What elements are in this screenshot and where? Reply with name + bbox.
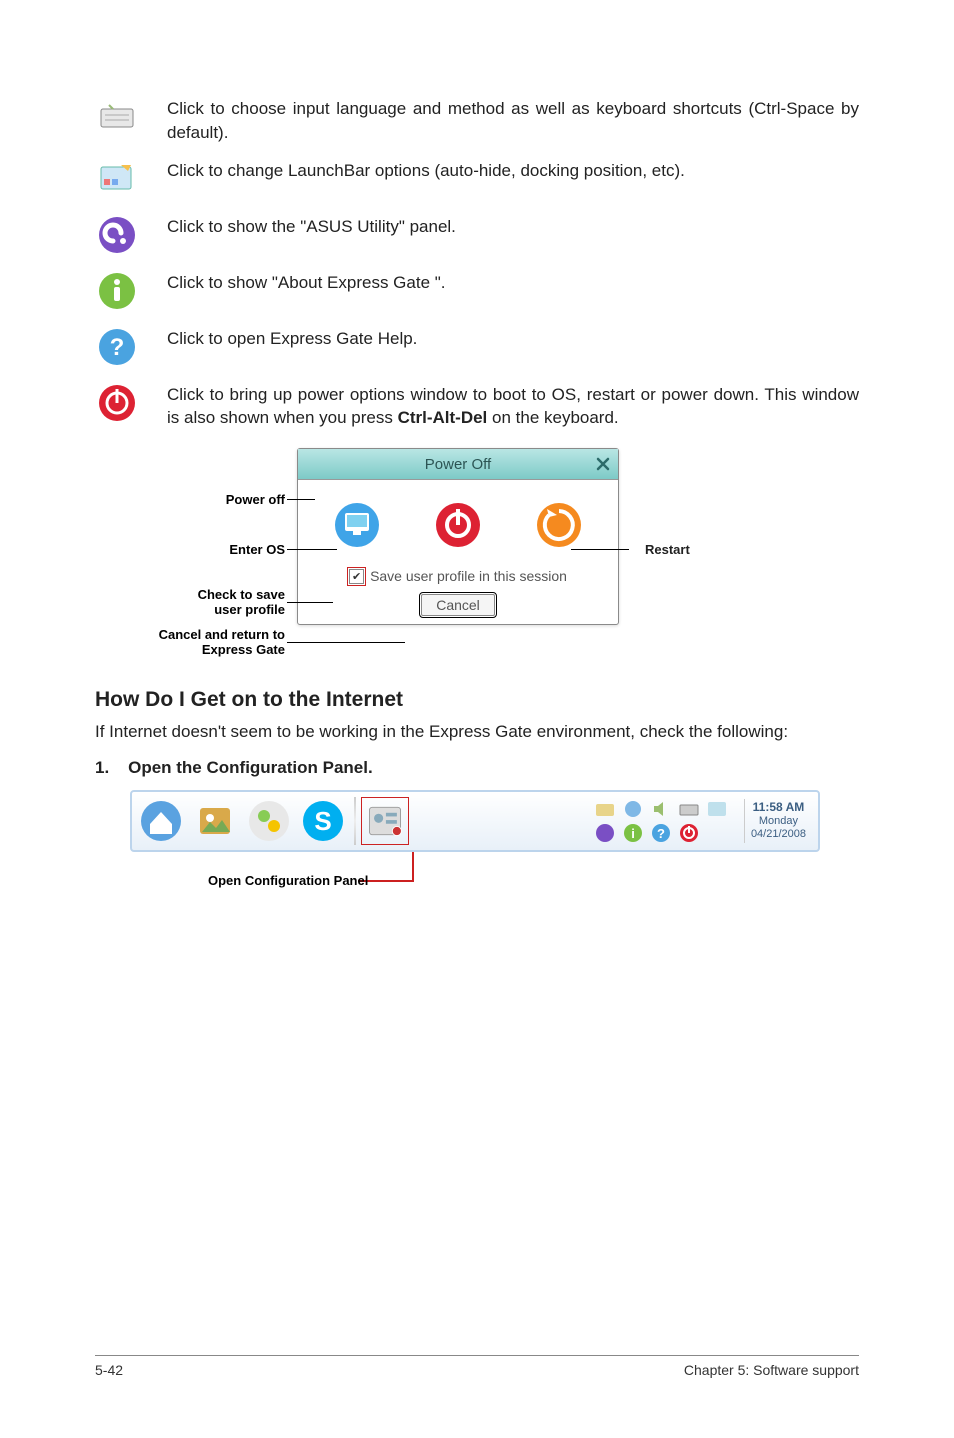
cancel-button[interactable]: Cancel bbox=[421, 594, 495, 616]
skype-icon[interactable]: S bbox=[300, 798, 346, 844]
photo-icon[interactable] bbox=[192, 798, 238, 844]
label-restart: Restart bbox=[645, 542, 690, 557]
body-internet: If Internet doesn't seem to be working i… bbox=[95, 720, 859, 744]
launchbar-caption: Open Configuration Panel bbox=[208, 873, 368, 888]
tray-folder-icon[interactable] bbox=[594, 798, 616, 820]
desc-keyboard: Click to choose input language and metho… bbox=[167, 95, 859, 145]
label-cancel-l2: Express Gate bbox=[202, 642, 285, 657]
chat-icon[interactable] bbox=[246, 798, 292, 844]
footer-right: Chapter 5: Software support bbox=[684, 1362, 859, 1378]
svg-text:i: i bbox=[631, 826, 635, 841]
clock: 11:58 AM Monday 04/21/2008 bbox=[744, 799, 812, 842]
label-poweroff: Power off bbox=[226, 492, 285, 507]
tray-network-icon[interactable] bbox=[622, 798, 644, 820]
home-icon[interactable] bbox=[138, 798, 184, 844]
tray-about-icon[interactable]: i bbox=[622, 822, 644, 844]
config-panel-icon[interactable] bbox=[364, 800, 406, 842]
desc-launchbar: Click to change LaunchBar options (auto-… bbox=[167, 157, 859, 183]
launchbar: S i ? bbox=[130, 790, 820, 852]
tray-volume-icon[interactable] bbox=[650, 798, 672, 820]
svg-text:?: ? bbox=[110, 334, 125, 361]
save-profile-label: Save user profile in this session bbox=[370, 568, 567, 584]
asus-utility-icon bbox=[95, 213, 139, 257]
label-check-l1: Check to save bbox=[198, 587, 285, 602]
svg-text:?: ? bbox=[657, 826, 665, 841]
footer-left: 5-42 bbox=[95, 1362, 123, 1378]
svg-text:S: S bbox=[314, 806, 331, 836]
keyboard-icon bbox=[95, 95, 139, 139]
poweroff-button[interactable] bbox=[427, 494, 489, 556]
step-1: 1. Open the Configuration Panel. bbox=[95, 758, 859, 778]
heading-internet: How Do I Get on to the Internet bbox=[95, 688, 859, 712]
power-icon bbox=[95, 381, 139, 425]
poweroff-dialog: Power Off ✔ bbox=[297, 448, 619, 625]
close-icon[interactable] bbox=[594, 455, 612, 473]
enter-os-button[interactable] bbox=[326, 494, 388, 556]
restart-button[interactable] bbox=[528, 494, 590, 556]
tray-keyboard-icon[interactable] bbox=[678, 798, 700, 820]
label-check-l2: user profile bbox=[214, 602, 285, 617]
save-profile-checkbox[interactable]: ✔ bbox=[349, 569, 364, 584]
tray-asus-icon[interactable] bbox=[594, 822, 616, 844]
desc-about: Click to show "About Express Gate ". bbox=[167, 269, 859, 295]
tray-launchbar-icon[interactable] bbox=[706, 798, 728, 820]
desc-help: Click to open Express Gate Help. bbox=[167, 325, 859, 351]
tray-help-icon[interactable]: ? bbox=[650, 822, 672, 844]
tray-power-icon[interactable] bbox=[678, 822, 700, 844]
poweroff-titlebar: Power Off bbox=[298, 449, 618, 480]
help-icon: ? bbox=[95, 325, 139, 369]
desc-asus: Click to show the "ASUS Utility" panel. bbox=[167, 213, 859, 239]
launchbar-options-icon bbox=[95, 157, 139, 201]
label-cancel-l1: Cancel and return to bbox=[159, 627, 285, 642]
desc-power: Click to bring up power options window t… bbox=[167, 381, 859, 431]
about-icon bbox=[95, 269, 139, 313]
label-enteros: Enter OS bbox=[229, 542, 285, 557]
